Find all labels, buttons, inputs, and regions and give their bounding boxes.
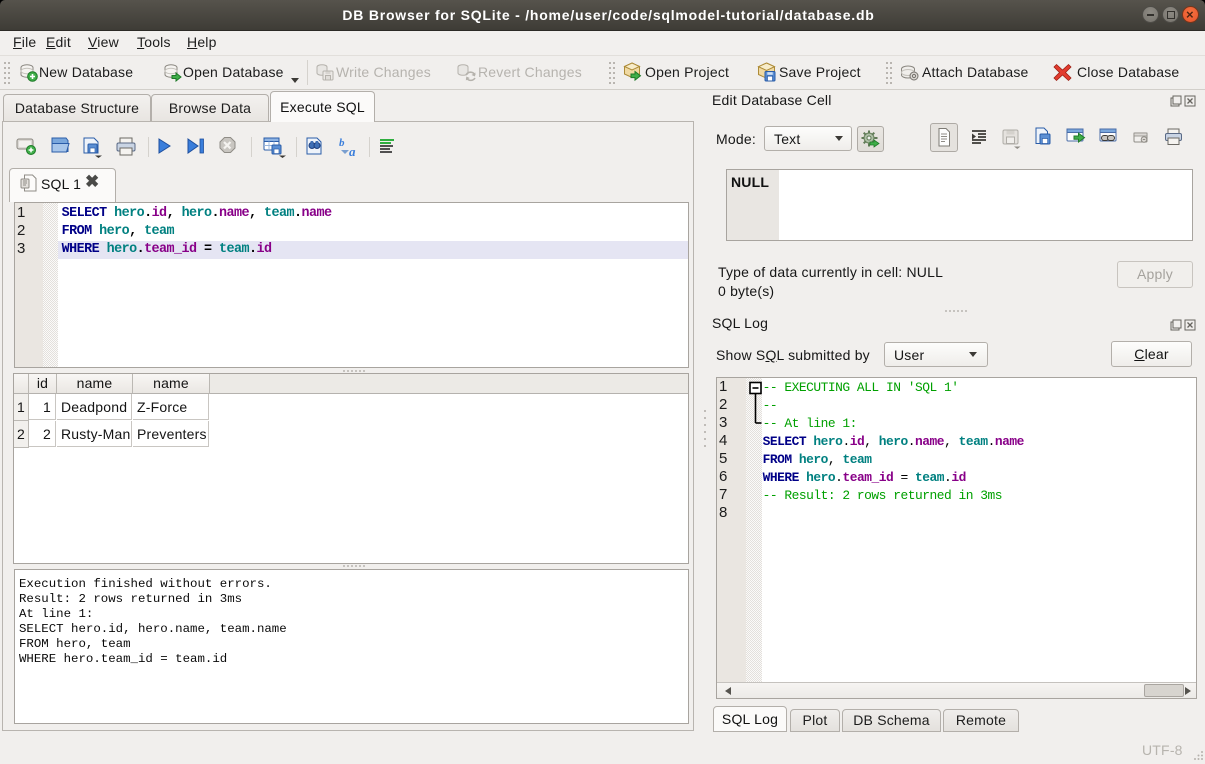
svg-text:a: a <box>349 144 356 158</box>
svg-text:b: b <box>339 137 345 149</box>
